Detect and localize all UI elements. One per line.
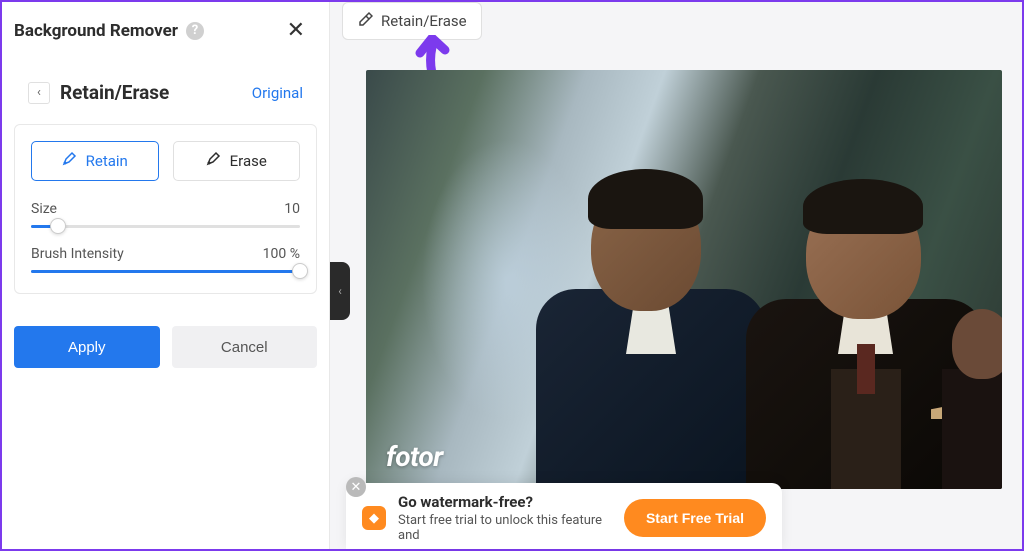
apply-button[interactable]: Apply	[14, 326, 160, 368]
original-link[interactable]: Original	[252, 84, 303, 102]
canvas-area: Retain/Erase ‹	[330, 2, 1022, 549]
action-buttons: Apply Cancel	[14, 326, 317, 368]
close-button[interactable]: ✕	[279, 14, 313, 47]
retain-erase-pill-label: Retain/Erase	[381, 12, 467, 30]
back-chevron-icon[interactable]: ‹	[28, 82, 50, 104]
mode-buttons: Retain Erase	[31, 141, 300, 181]
promo-title: Go watermark-free?	[398, 493, 612, 511]
diamond-icon: ◆	[362, 506, 386, 530]
eraser-icon	[357, 11, 373, 31]
controls-box: Retain Erase Size 10	[14, 124, 317, 294]
intensity-label: Brush Intensity	[31, 246, 124, 262]
sidebar-header: Background Remover ? ✕	[2, 2, 329, 67]
erase-brush-icon	[206, 151, 222, 171]
intensity-slider-handle[interactable]	[292, 263, 308, 279]
size-value: 10	[284, 201, 300, 217]
image-preview[interactable]: fotor	[366, 70, 1002, 489]
panel-title: Background Remover	[14, 21, 178, 41]
size-label: Size	[31, 201, 57, 217]
sidebar: Background Remover ? ✕ ‹ Retain/Erase Or…	[2, 2, 330, 549]
help-icon[interactable]: ?	[186, 22, 204, 40]
erase-button[interactable]: Erase	[173, 141, 301, 181]
retain-brush-icon	[62, 151, 78, 171]
size-slider-row: Size 10	[31, 201, 300, 228]
intensity-slider-row: Brush Intensity 100 %	[31, 246, 300, 273]
collapse-tab[interactable]: ‹	[330, 262, 350, 320]
start-trial-button[interactable]: Start Free Trial	[624, 499, 766, 537]
promo-close-button[interactable]: ✕	[346, 477, 366, 497]
section-header: ‹ Retain/Erase Original	[12, 67, 319, 118]
cancel-button[interactable]: Cancel	[172, 326, 318, 368]
subject-person	[942, 289, 1002, 489]
retain-label: Retain	[86, 152, 128, 170]
size-slider[interactable]	[31, 225, 300, 228]
promo-subtitle: Start free trial to unlock this feature …	[398, 513, 612, 543]
subject-person	[536, 159, 766, 489]
promo-bar: ✕ ◆ Go watermark-free? Start free trial …	[346, 483, 782, 549]
section-title: Retain/Erase	[60, 81, 169, 104]
watermark: fotor	[386, 440, 443, 473]
erase-label: Erase	[230, 152, 267, 170]
size-slider-handle[interactable]	[50, 218, 66, 234]
retain-button[interactable]: Retain	[31, 141, 159, 181]
retain-erase-pill[interactable]: Retain/Erase	[342, 2, 482, 40]
intensity-slider[interactable]	[31, 270, 300, 273]
intensity-value: 100 %	[263, 246, 300, 262]
